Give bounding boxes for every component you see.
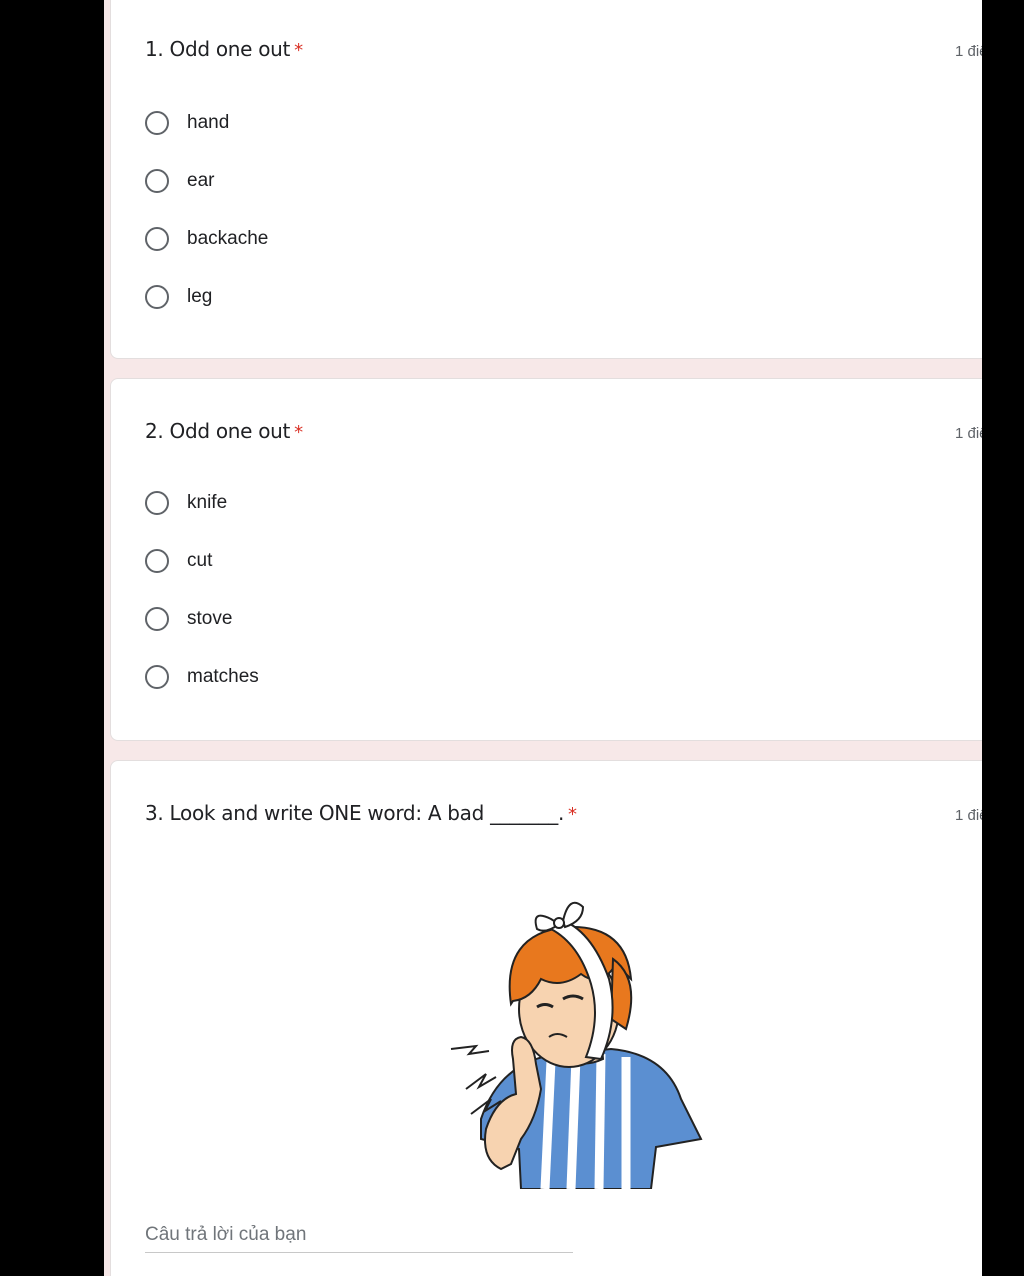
points-label: 1 điểm (955, 43, 982, 60)
form-page: 1. Odd one out* 1 điểm hand ear backache… (104, 0, 982, 1276)
question-title: 1. Odd one out * (145, 37, 303, 61)
required-asterisk: * (294, 40, 303, 61)
question-title: 3. Look and write ONE word: A bad ______… (145, 801, 577, 825)
radio-unchecked-icon[interactable] (145, 607, 169, 631)
answer-field[interactable] (145, 1218, 573, 1253)
points-label: 1 điểm (955, 807, 982, 824)
radio-unchecked-icon[interactable] (145, 491, 169, 515)
toothache-child-illustration (450, 901, 703, 1189)
question-card-1: 1. Odd one out* 1 điểm hand ear backache… (110, 0, 982, 359)
question-card-3: 3. Look and write ONE word: A bad ______… (110, 760, 982, 1276)
radio-unchecked-icon[interactable] (145, 285, 169, 309)
option-leg[interactable]: leg (145, 281, 212, 313)
option-knife[interactable]: knife (145, 487, 227, 519)
question-card-2: 2. Odd one out* 1 điểm knife cut stove m… (110, 378, 982, 741)
radio-unchecked-icon[interactable] (145, 665, 169, 689)
question-title: 2. Odd one out * (145, 419, 303, 443)
radio-unchecked-icon[interactable] (145, 549, 169, 573)
option-matches[interactable]: matches (145, 661, 259, 693)
option-label: knife (187, 492, 228, 513)
radio-unchecked-icon[interactable] (145, 111, 169, 135)
option-label: matches (187, 666, 259, 687)
option-hand[interactable]: hand (145, 107, 229, 139)
question-title-text: 1. Odd one out (145, 37, 291, 61)
question-title-text: 2. Odd one out (145, 419, 291, 443)
radio-unchecked-icon[interactable] (145, 227, 169, 251)
option-label: ear (187, 170, 215, 191)
option-ear[interactable]: ear (145, 165, 214, 197)
radio-unchecked-icon[interactable] (145, 169, 169, 193)
answer-input[interactable] (145, 1218, 573, 1252)
option-backache[interactable]: backache (145, 223, 268, 255)
option-cut[interactable]: cut (145, 545, 212, 577)
option-label: hand (187, 112, 230, 133)
points-label: 1 điểm (955, 425, 982, 442)
option-label: stove (187, 608, 233, 629)
option-label: cut (187, 550, 213, 571)
option-label: backache (187, 228, 269, 249)
option-label: leg (187, 286, 213, 307)
required-asterisk: * (568, 804, 577, 825)
question-title-text: 3. Look and write ONE word: A bad ______… (145, 801, 565, 825)
required-asterisk: * (294, 422, 303, 443)
option-stove[interactable]: stove (145, 603, 232, 635)
